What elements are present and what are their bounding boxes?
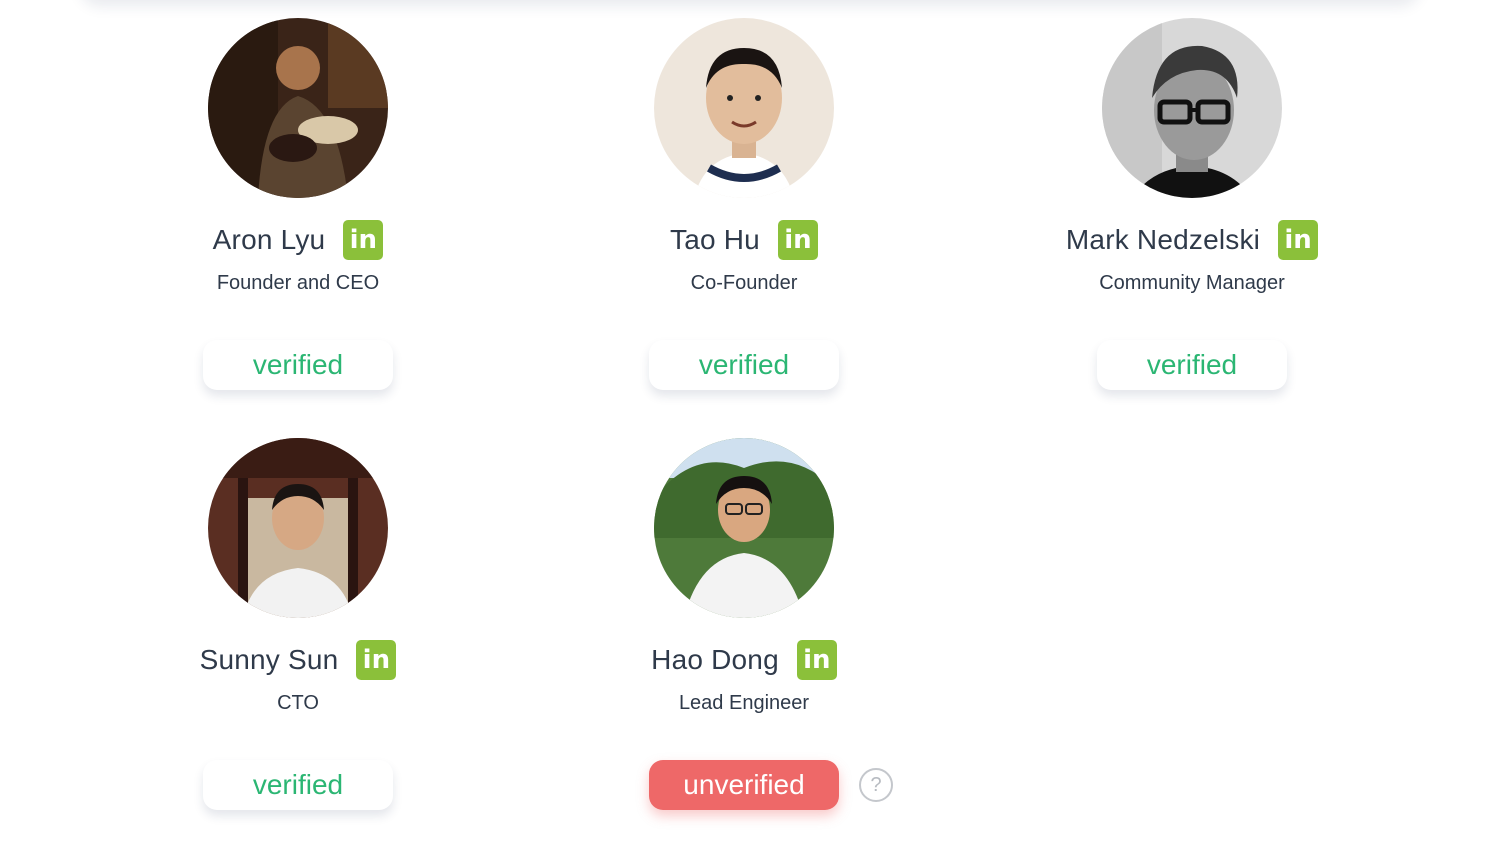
avatar-photo	[208, 438, 388, 618]
member-name: Aron Lyu	[212, 224, 326, 255]
linkedin-icon[interactable]: in	[777, 220, 818, 260]
name-row: Hao Dong in	[594, 640, 894, 680]
avatar	[654, 18, 834, 198]
question-icon[interactable]: ?	[859, 768, 893, 802]
avatar	[654, 438, 834, 618]
member-role: Founder and CEO	[216, 272, 380, 294]
verification-status-button[interactable]: verified	[203, 340, 393, 390]
name-row: Sunny Sun in	[148, 640, 448, 680]
member-name: Mark Nedzelski	[1065, 224, 1261, 255]
name-row: Mark Nedzelski in	[1042, 220, 1342, 260]
avatar	[208, 18, 388, 198]
member-role: CTO	[277, 692, 319, 714]
member-role: Lead Engineer	[678, 692, 810, 714]
verification-status-button[interactable]: verified	[203, 760, 393, 810]
name-row: Tao Hu in	[594, 220, 894, 260]
linkedin-icon[interactable]: in	[356, 640, 397, 680]
member-name: Sunny Sun	[199, 644, 339, 675]
avatar-photo	[208, 18, 388, 198]
member-role: Community Manager	[1099, 272, 1285, 294]
member-name: Tao Hu	[670, 224, 760, 255]
name-row: Aron Lyu in	[148, 220, 448, 260]
avatar	[1102, 18, 1282, 198]
linkedin-icon[interactable]: in	[343, 220, 384, 260]
avatar-photo	[1102, 18, 1282, 198]
verification-status-button[interactable]: unverified	[649, 760, 839, 810]
avatar	[208, 438, 388, 618]
verification-status-button[interactable]: verified	[649, 340, 839, 390]
avatar-photo	[654, 438, 834, 618]
verification-status-button[interactable]: verified	[1097, 340, 1287, 390]
linkedin-icon[interactable]: in	[796, 640, 837, 680]
avatar-photo	[654, 18, 834, 198]
linkedin-icon[interactable]: in	[1278, 220, 1319, 260]
member-name: Hao Dong	[651, 644, 779, 675]
member-role: Co-Founder	[690, 272, 798, 294]
